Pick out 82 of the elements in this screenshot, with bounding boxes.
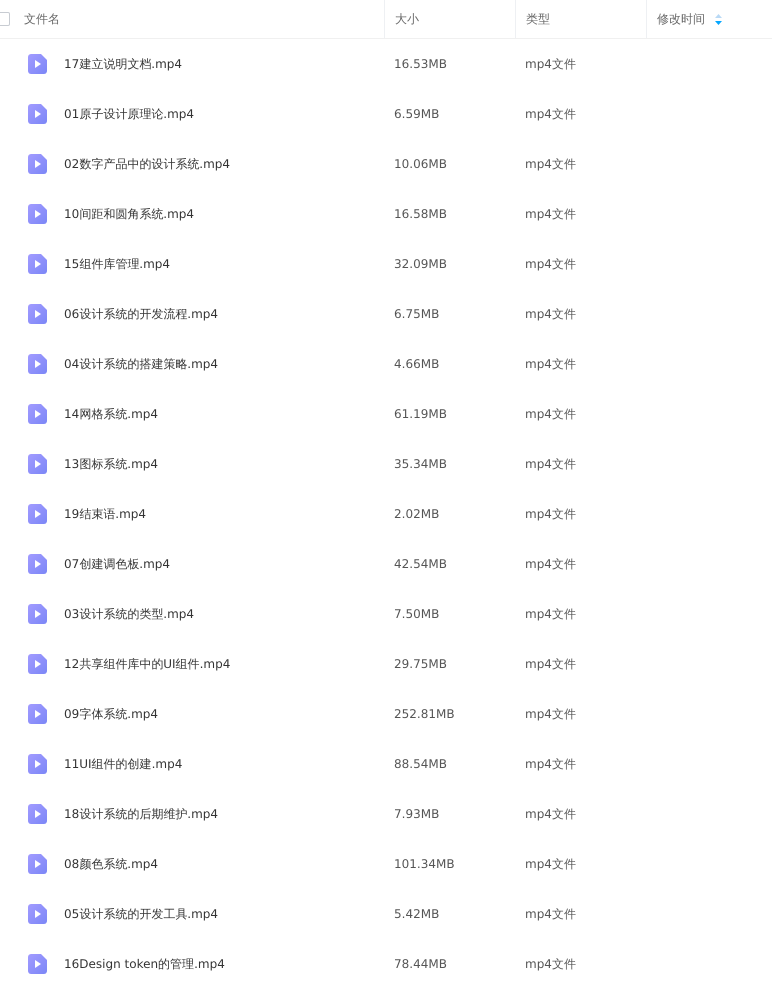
video-file-icon: [28, 254, 47, 274]
file-name[interactable]: 05设计系统的开发工具.mp4: [64, 906, 218, 922]
file-size: 7.50MB: [393, 607, 440, 621]
file-type: mp4文件: [524, 706, 577, 722]
file-name[interactable]: 10间距和圆角系统.mp4: [64, 206, 194, 222]
file-type: mp4文件: [524, 906, 577, 922]
file-name[interactable]: 04设计系统的搭建策略.mp4: [64, 356, 218, 372]
file-name[interactable]: 14网格系统.mp4: [64, 406, 158, 422]
video-file-icon: [28, 954, 47, 974]
column-header[interactable]: 类型: [526, 10, 550, 28]
file-type: mp4文件: [524, 56, 577, 72]
video-file-icon: [28, 54, 47, 74]
file-type: mp4文件: [524, 106, 577, 122]
file-name[interactable]: 02数字产品中的设计系统.mp4: [64, 156, 230, 172]
video-file-icon: [28, 454, 47, 474]
file-size: 32.09MB: [393, 257, 448, 271]
column-header[interactable]: 修改时间: [657, 10, 705, 28]
file-size: 78.44MB: [393, 957, 448, 971]
video-file-icon: [28, 604, 47, 624]
video-file-icon: [28, 854, 47, 874]
file-type: mp4文件: [524, 356, 577, 372]
file-name[interactable]: 06设计系统的开发流程.mp4: [64, 306, 218, 322]
file-type: mp4文件: [524, 306, 577, 322]
file-type: mp4文件: [524, 406, 577, 422]
file-name[interactable]: 03设计系统的类型.mp4: [64, 606, 194, 622]
video-file-icon: [28, 704, 47, 724]
column-header[interactable]: 大小: [395, 10, 419, 28]
file-size: 16.58MB: [393, 207, 448, 221]
video-file-icon: [28, 804, 47, 824]
video-file-icon: [28, 504, 47, 524]
file-name[interactable]: 19结束语.mp4: [64, 506, 146, 522]
video-file-icon: [28, 154, 47, 174]
file-name[interactable]: 13图标系统.mp4: [64, 456, 158, 472]
file-type: mp4文件: [524, 756, 577, 772]
file-type: mp4文件: [524, 206, 577, 222]
file-type: mp4文件: [524, 856, 577, 872]
video-file-icon: [28, 304, 47, 324]
video-file-icon: [28, 204, 47, 224]
file-size: 6.59MB: [393, 107, 440, 121]
file-name[interactable]: 01原子设计原理论.mp4: [64, 106, 194, 122]
file-name[interactable]: 08颜色系统.mp4: [64, 856, 158, 872]
select-all-checkbox[interactable]: [0, 12, 10, 26]
file-size: 16.53MB: [393, 57, 448, 71]
video-file-icon: [28, 404, 47, 424]
file-type: mp4文件: [524, 506, 577, 522]
video-file-icon: [28, 554, 47, 574]
file-type: mp4文件: [524, 456, 577, 472]
file-type: mp4文件: [524, 156, 577, 172]
file-type: mp4文件: [524, 656, 577, 672]
file-type: mp4文件: [524, 256, 577, 272]
file-name[interactable]: 18设计系统的后期维护.mp4: [64, 806, 218, 822]
file-type: mp4文件: [524, 606, 577, 622]
file-size: 252.81MB: [393, 707, 456, 721]
column-header[interactable]: 文件名: [24, 10, 60, 28]
file-size: 10.06MB: [393, 157, 448, 171]
file-name[interactable]: 07创建调色板.mp4: [64, 556, 170, 572]
file-size: 7.93MB: [393, 807, 440, 821]
file-name[interactable]: 09字体系统.mp4: [64, 706, 158, 722]
file-size: 35.34MB: [393, 457, 448, 471]
video-file-icon: [28, 904, 47, 924]
file-name[interactable]: 16Design token的管理.mp4: [64, 956, 225, 972]
file-size: 6.75MB: [393, 307, 440, 321]
file-size: 4.66MB: [393, 357, 440, 371]
video-file-icon: [28, 754, 47, 774]
file-size: 29.75MB: [393, 657, 448, 671]
file-name[interactable]: 11UI组件的创建.mp4: [64, 756, 182, 772]
file-size: 101.34MB: [393, 857, 456, 871]
file-type: mp4文件: [524, 956, 577, 972]
file-name[interactable]: 17建立说明文档.mp4: [64, 56, 182, 72]
file-size: 2.02MB: [393, 507, 440, 521]
file-name[interactable]: 12共享组件库中的UI组件.mp4: [64, 656, 230, 672]
video-file-icon: [28, 104, 47, 124]
sort-icon[interactable]: [715, 14, 722, 24]
file-type: mp4文件: [524, 556, 577, 572]
file-type: mp4文件: [524, 806, 577, 822]
file-size: 42.54MB: [393, 557, 448, 571]
file-size: 5.42MB: [393, 907, 440, 921]
file-name[interactable]: 15组件库管理.mp4: [64, 256, 170, 272]
file-size: 61.19MB: [393, 407, 448, 421]
video-file-icon: [28, 654, 47, 674]
file-size: 88.54MB: [393, 757, 448, 771]
video-file-icon: [28, 354, 47, 374]
